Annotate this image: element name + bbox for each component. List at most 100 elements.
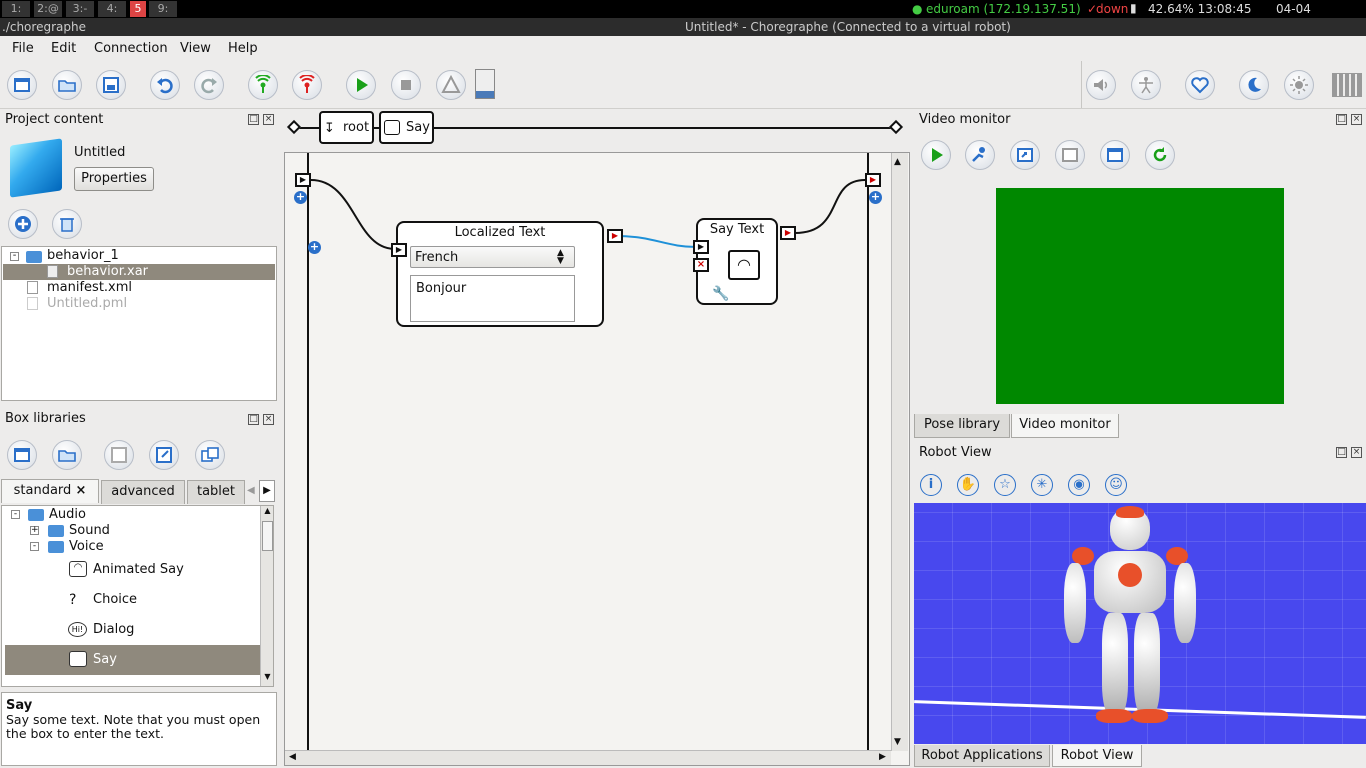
scroll-left-icon[interactable]: ◀ [289,752,296,762]
tab-robot-view[interactable]: Robot View [1052,745,1142,767]
workspace-1[interactable]: 1: [2,1,30,17]
save-library-button[interactable] [104,440,134,470]
tree-item-sound[interactable]: Sound [69,523,110,538]
save-project-button[interactable] [96,70,126,100]
volume-slider[interactable] [475,69,495,99]
float-icon[interactable]: □ [248,114,259,125]
collapse-icon[interactable]: - [30,542,39,551]
collapse-icon[interactable]: - [11,510,20,519]
flow-diagram-canvas[interactable]: ▶ + + ▶ + Localized Text French ▲ ▼ Bonjo… [284,152,910,766]
autonomous-life-button[interactable] [1185,70,1215,100]
add-parameter-icon[interactable]: + [308,241,321,254]
open-library-button[interactable] [52,440,82,470]
horizontal-scrollbar[interactable]: ◀ ▶ [285,750,891,765]
head-view-button[interactable]: ☆ [994,474,1016,496]
tree-item-animated-say[interactable]: Animated Say [93,562,184,577]
float-icon[interactable]: □ [1336,447,1347,458]
tree-scrollbar[interactable]: ▲ ▼ [260,506,273,686]
onstart-input-icon[interactable]: ▶ [295,173,311,187]
tab-robot-applications[interactable]: Robot Applications [914,745,1050,767]
info-button[interactable]: i [920,474,942,496]
workspace-2[interactable]: 2:@ [34,1,62,17]
new-library-button[interactable] [7,440,37,470]
speaker-button[interactable] [1086,70,1116,100]
close-icon[interactable]: × [1351,447,1362,458]
face-view-button[interactable]: ☺ [1105,474,1127,496]
rest-button[interactable] [1239,70,1269,100]
breadcrumb-say[interactable]: Say [379,111,434,144]
scroll-right-icon[interactable]: ▶ [879,752,886,762]
wrench-icon[interactable]: 🔧 [712,286,729,302]
add-output-icon[interactable]: + [869,191,882,204]
say-stop-input-icon[interactable]: × [693,258,709,272]
close-icon[interactable]: × [263,414,274,425]
wake-up-button[interactable] [1284,70,1314,100]
breadcrumb-root[interactable]: ↧ root [319,111,374,144]
menu-connection[interactable]: Connection [94,41,168,56]
library-manager-button[interactable] [195,440,225,470]
scroll-up-icon[interactable]: ▲ [261,506,273,519]
float-icon[interactable]: □ [1336,114,1347,125]
refresh-video-button[interactable] [1145,140,1175,170]
workspace-5[interactable]: 5 [130,1,146,17]
tree-item-choice[interactable]: Choice [93,592,137,607]
stiffness-button[interactable] [1131,70,1161,100]
scroll-down-icon[interactable]: ▼ [894,737,901,747]
connect-button[interactable] [248,70,278,100]
localized-text-box[interactable]: Localized Text French ▲ ▼ Bonjour [396,221,604,327]
tab-scroll-right-icon[interactable]: ▶ [259,480,275,502]
hand-view-button[interactable]: ✋ [957,474,979,496]
play-button[interactable] [346,70,376,100]
face-learning-button[interactable] [965,140,995,170]
expand-icon[interactable]: + [30,526,39,535]
new-project-button[interactable] [7,70,37,100]
tree-item-dialog[interactable]: Dialog [93,622,134,637]
joint-view-button[interactable]: ✳ [1031,474,1053,496]
disconnect-button[interactable] [292,70,322,100]
object-learning-button[interactable] [1010,140,1040,170]
float-icon[interactable]: □ [248,414,259,425]
sensor-view-button[interactable]: ◉ [1068,474,1090,496]
localized-input-icon[interactable]: ▶ [391,243,407,257]
tab-tablet[interactable]: tablet [187,480,245,504]
tree-item-behavior-folder[interactable]: behavior_1 [47,248,119,263]
say-input-icon[interactable]: ▶ [693,240,709,254]
menu-edit[interactable]: Edit [51,41,76,56]
redo-button[interactable] [194,70,224,100]
robot-3d-view[interactable] [914,503,1366,744]
language-select[interactable]: French ▲ ▼ [410,246,575,268]
video-play-button[interactable] [921,140,951,170]
menu-file[interactable]: File [12,41,34,56]
tree-item-behavior-xar[interactable]: behavior.xar [67,264,148,279]
record-video-button[interactable] [1055,140,1085,170]
scroll-up-icon[interactable]: ▲ [894,157,901,167]
workspace-3[interactable]: 3:- [66,1,94,17]
text-input[interactable]: Bonjour [410,275,575,322]
workspace-4[interactable]: 4: [98,1,126,17]
tab-video-monitor[interactable]: Video monitor [1011,414,1119,438]
scrollbar-thumb[interactable] [262,521,273,551]
menu-view[interactable]: View [180,41,211,56]
tree-item-audio[interactable]: Audio [49,507,86,522]
undo-button[interactable] [150,70,180,100]
onstopped-output-icon[interactable]: ▶ [865,173,881,187]
tab-scroll-left-icon[interactable]: ◀ [247,480,259,502]
tab-pose-library[interactable]: Pose library [914,414,1010,438]
tab-advanced[interactable]: advanced [101,480,185,504]
fullscreen-video-button[interactable] [1100,140,1130,170]
close-icon[interactable]: × [1351,114,1362,125]
collapse-icon[interactable]: - [10,251,19,261]
tree-item-voice[interactable]: Voice [69,539,104,554]
menu-help[interactable]: Help [228,41,258,56]
say-output-icon[interactable]: ▶ [780,226,796,240]
open-project-button[interactable] [52,70,82,100]
tree-item-say[interactable]: Say [93,652,117,667]
localized-output-icon[interactable]: ▶ [607,229,623,243]
tree-item-manifest[interactable]: manifest.xml [47,280,132,295]
workspace-9[interactable]: 9: [149,1,177,17]
properties-button[interactable]: Properties [74,167,154,191]
add-input-icon[interactable]: + [294,191,307,204]
scroll-down-icon[interactable]: ▼ [261,672,273,685]
close-tab-icon[interactable]: × [75,483,86,498]
vertical-scrollbar[interactable]: ▲ ▼ [891,153,908,751]
